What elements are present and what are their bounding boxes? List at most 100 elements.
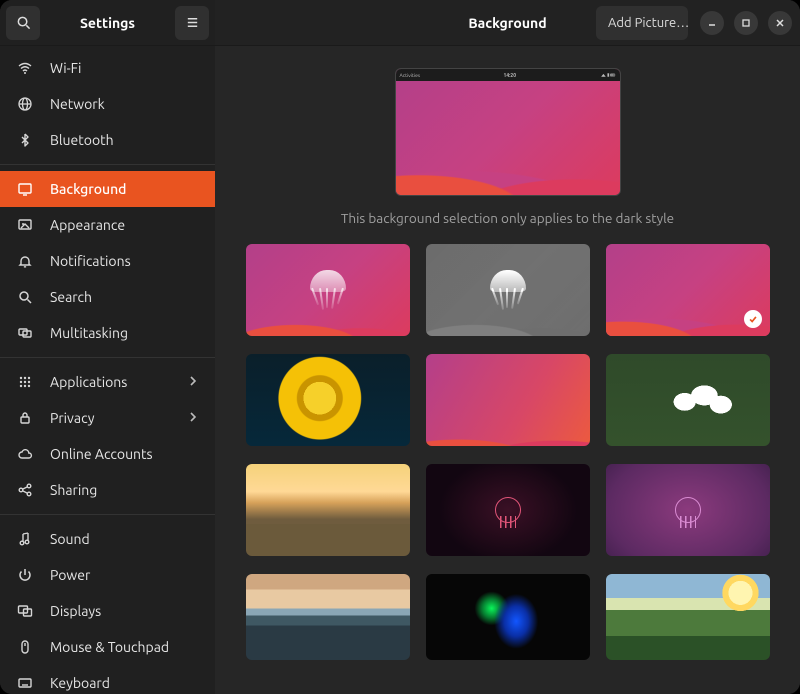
sidebar-item-label: Privacy — [50, 410, 171, 426]
sidebar-item-background[interactable]: Background — [0, 171, 215, 207]
sidebar-item-label: Applications — [50, 374, 171, 390]
preview-topbar: Activities 14:20 — [396, 69, 620, 81]
search-button[interactable] — [6, 6, 40, 40]
sidebar: Settings Wi-Fi Network Bluetooth Background… — [0, 0, 215, 694]
wallpaper-jellyfish-purple[interactable] — [606, 464, 770, 556]
maximize-button[interactable] — [734, 11, 758, 35]
wifi-icon — [16, 59, 34, 77]
sidebar-item-label: Online Accounts — [50, 446, 199, 462]
search-icon — [16, 288, 34, 306]
wallpaper-jellyfish-dark[interactable] — [426, 464, 590, 556]
sidebar-nav: Wi-Fi Network Bluetooth Background Appearanc… — [0, 46, 215, 694]
wallpaper-country-road-sunset[interactable] — [246, 464, 410, 556]
sidebar-item-label: Notifications — [50, 253, 199, 269]
wallpaper-mirror-lake[interactable] — [246, 574, 410, 660]
mouse-icon — [16, 638, 34, 656]
jellyfish-icon — [485, 270, 531, 310]
sidebar-item-wifi[interactable]: Wi-Fi — [0, 50, 215, 86]
chevron-right-icon — [187, 410, 199, 426]
bell-icon — [16, 252, 34, 270]
minimize-icon — [707, 18, 717, 28]
cloud-icon — [16, 445, 34, 463]
power-icon — [16, 566, 34, 584]
jellyfish-icon — [305, 270, 351, 310]
sidebar-item-label: Network — [50, 96, 199, 112]
sidebar-item-label: Wi-Fi — [50, 60, 199, 76]
sidebar-item-sharing[interactable]: Sharing — [0, 472, 215, 508]
preview-system-icons — [600, 72, 616, 79]
wallpaper-ubuntu-waves[interactable] — [426, 354, 590, 446]
multitasking-icon — [16, 324, 34, 342]
dark-style-hint: This background selection only applies t… — [341, 210, 674, 226]
minimize-button[interactable] — [700, 11, 724, 35]
sidebar-item-network[interactable]: Network — [0, 86, 215, 122]
displays-icon — [16, 602, 34, 620]
wallpaper-spring-blossom[interactable] — [606, 354, 770, 446]
sidebar-item-label: Search — [50, 289, 199, 305]
globe-icon — [16, 95, 34, 113]
sidebar-item-search[interactable]: Search — [0, 279, 215, 315]
share-icon — [16, 481, 34, 499]
sidebar-item-displays[interactable]: Displays — [0, 593, 215, 629]
settings-window: Settings Wi-Fi Network Bluetooth Background… — [0, 0, 800, 694]
close-icon — [775, 18, 785, 28]
wallpaper-sunflower[interactable] — [246, 354, 410, 446]
close-button[interactable] — [768, 11, 792, 35]
preview-wallpaper — [396, 69, 620, 195]
sidebar-item-online[interactable]: Online Accounts — [0, 436, 215, 472]
wallpaper-ubuntu-waves-dark[interactable] — [606, 244, 770, 336]
nav-separator — [0, 514, 215, 515]
add-picture-button[interactable]: Add Picture… — [596, 6, 688, 40]
sidebar-item-multitasking[interactable]: Multitasking — [0, 315, 215, 351]
main-header: Background Add Picture… — [215, 0, 800, 46]
lock-icon — [16, 409, 34, 427]
sidebar-item-label: Sound — [50, 531, 199, 547]
sidebar-header: Settings — [0, 0, 215, 46]
maximize-icon — [741, 18, 751, 28]
wallpaper-neon-lights[interactable] — [426, 574, 590, 660]
background-content: Activities 14:20 This background selecti… — [215, 46, 800, 694]
wallpaper-jammy-jellyfish-color[interactable] — [246, 244, 410, 336]
sidebar-item-bluetooth[interactable]: Bluetooth — [0, 122, 215, 158]
wallpaper-grid — [246, 244, 770, 680]
jellyfish-icon — [495, 497, 521, 523]
wallpaper-jammy-jellyfish-mono[interactable] — [426, 244, 590, 336]
sidebar-item-power[interactable]: Power — [0, 557, 215, 593]
preview-clock: 14:20 — [504, 72, 517, 78]
sidebar-item-label: Multitasking — [50, 325, 199, 341]
sidebar-item-label: Background — [50, 181, 199, 197]
sound-icon — [16, 530, 34, 548]
background-icon — [16, 180, 34, 198]
sidebar-item-label: Mouse & Touchpad — [50, 639, 199, 655]
sidebar-item-keyboard[interactable]: Keyboard — [0, 665, 215, 694]
wallpaper-green-valley-sunset[interactable] — [606, 574, 770, 660]
sidebar-item-label: Sharing — [50, 482, 199, 498]
hamburger-icon — [185, 15, 200, 30]
sidebar-item-mouse[interactable]: Mouse & Touchpad — [0, 629, 215, 665]
window-controls — [700, 11, 792, 35]
sidebar-item-notifications[interactable]: Notifications — [0, 243, 215, 279]
appearance-icon — [16, 216, 34, 234]
sidebar-item-applications[interactable]: Applications — [0, 364, 215, 400]
jellyfish-icon — [675, 497, 701, 523]
sidebar-title: Settings — [46, 15, 169, 31]
sidebar-item-label: Bluetooth — [50, 132, 199, 148]
sidebar-item-sound[interactable]: Sound — [0, 521, 215, 557]
main-panel: Background Add Picture… Activiti — [215, 0, 800, 694]
preview-activities: Activities — [400, 72, 421, 78]
nav-separator — [0, 357, 215, 358]
grid-icon — [16, 373, 34, 391]
keyboard-icon — [16, 674, 34, 692]
selected-check-icon — [744, 310, 762, 328]
sidebar-item-appearance[interactable]: Appearance — [0, 207, 215, 243]
current-background-preview: Activities 14:20 — [395, 68, 621, 196]
sidebar-item-label: Appearance — [50, 217, 199, 233]
chevron-right-icon — [187, 374, 199, 390]
sidebar-item-label: Keyboard — [50, 675, 199, 691]
sidebar-item-label: Displays — [50, 603, 199, 619]
primary-menu-button[interactable] — [175, 6, 209, 40]
sidebar-item-privacy[interactable]: Privacy — [0, 400, 215, 436]
sidebar-item-label: Power — [50, 567, 199, 583]
bluetooth-icon — [16, 131, 34, 149]
search-icon — [16, 15, 31, 30]
